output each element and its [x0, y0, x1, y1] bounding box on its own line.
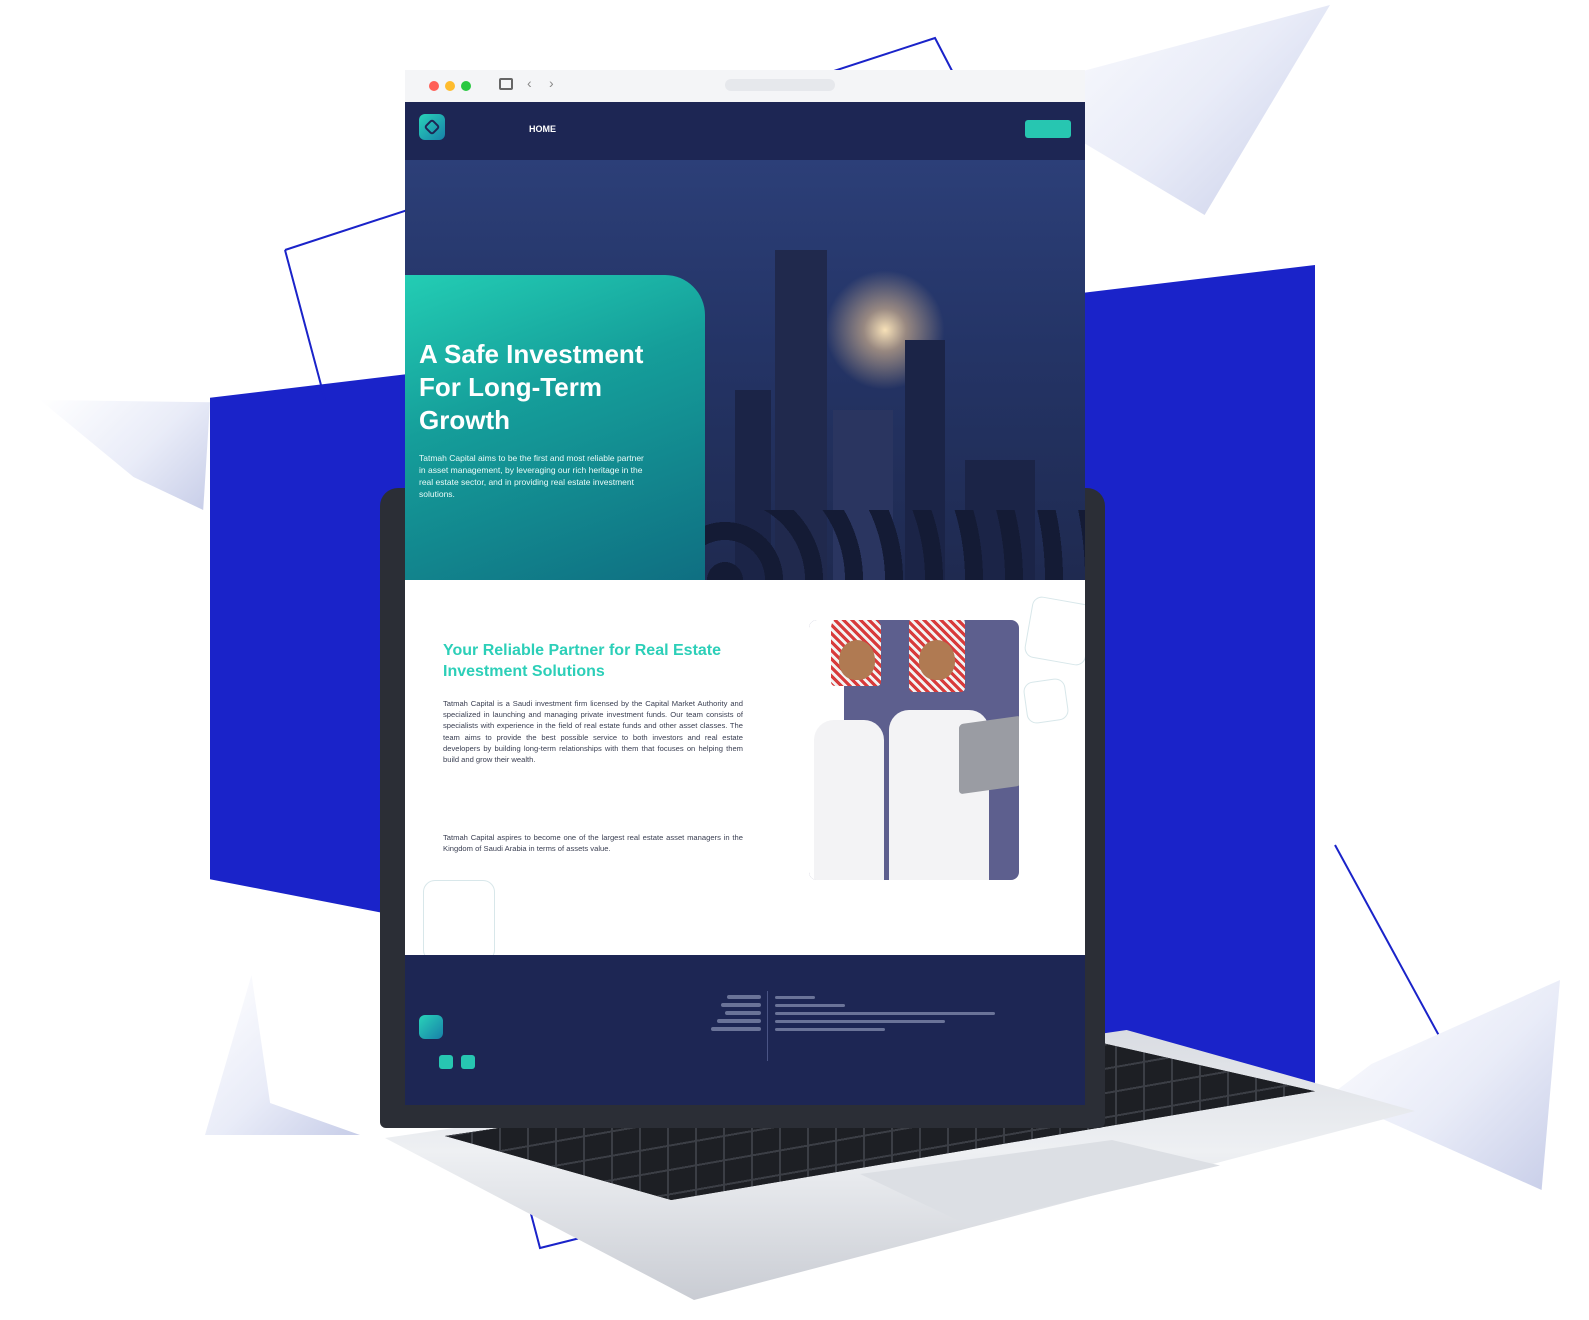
footer-link[interactable] — [725, 1011, 761, 1015]
browser-toolbar: ‹ › — [405, 70, 1085, 103]
contact-line — [775, 1004, 845, 1007]
nav-cta-button[interactable] — [1025, 120, 1071, 138]
site-footer — [405, 955, 1085, 1105]
footer-quick-links — [701, 991, 761, 1031]
site-logo[interactable] — [419, 114, 445, 140]
footer-divider — [767, 991, 768, 1061]
hero-section: A Safe Investment For Long-Term Growth T… — [405, 160, 1085, 580]
website-screen: ‹ › HOME A Safe Investment For Long-Term… — [405, 70, 1085, 1105]
nav-home[interactable]: HOME — [529, 124, 556, 134]
about-paragraph: Tatmah Capital aspires to become one of … — [443, 833, 743, 854]
sidebar-icon[interactable] — [499, 78, 513, 90]
minimize-window-button[interactable] — [445, 81, 455, 91]
hero-description: Tatmah Capital aims to be the first and … — [419, 453, 644, 499]
palm-trees — [705, 510, 1085, 580]
decorative-outline — [1023, 595, 1085, 667]
maximize-window-button[interactable] — [461, 81, 471, 91]
chevron-left-icon[interactable]: ‹ — [527, 75, 532, 91]
social-icon[interactable] — [439, 1055, 453, 1069]
hero-title: A Safe Investment For Long-Term Growth — [419, 339, 644, 435]
footer-link[interactable] — [727, 995, 761, 999]
decorative-outline — [423, 880, 495, 962]
main-nav: HOME — [505, 120, 1071, 144]
about-title: Your Reliable Partner for Real Estate In… — [443, 642, 722, 680]
paper-plane-bottom-right — [1330, 980, 1560, 1190]
footer-link[interactable] — [721, 1003, 761, 1007]
close-window-button[interactable] — [429, 81, 439, 91]
team-photo — [809, 620, 1019, 880]
contact-line — [775, 1012, 995, 1015]
paper-plane-bottom-left — [205, 975, 360, 1135]
chevron-right-icon[interactable]: › — [549, 75, 554, 91]
site-header: HOME — [405, 102, 1085, 160]
footer-contact — [775, 991, 1015, 1031]
social-icon[interactable] — [461, 1055, 475, 1069]
paper-plane-left — [40, 400, 210, 510]
about-section: Your Reliable Partner for Real Estate In… — [405, 580, 1085, 962]
footer-link[interactable] — [717, 1019, 761, 1023]
contact-line — [775, 1028, 885, 1031]
footer-link[interactable] — [711, 1027, 761, 1031]
contact-line — [775, 1020, 945, 1023]
logo-mark-icon — [419, 1015, 443, 1039]
address-bar[interactable] — [725, 79, 835, 91]
person-face — [919, 640, 955, 680]
person-face — [839, 640, 875, 680]
about-paragraph: Tatmah Capital is a Saudi investment fir… — [443, 699, 743, 765]
person-thobe — [814, 720, 884, 880]
logo-mark-icon — [419, 114, 445, 140]
contact-line — [775, 996, 815, 999]
footer-logo[interactable] — [419, 1015, 443, 1039]
decorative-outline — [1022, 677, 1070, 725]
photo-laptop — [959, 715, 1019, 795]
